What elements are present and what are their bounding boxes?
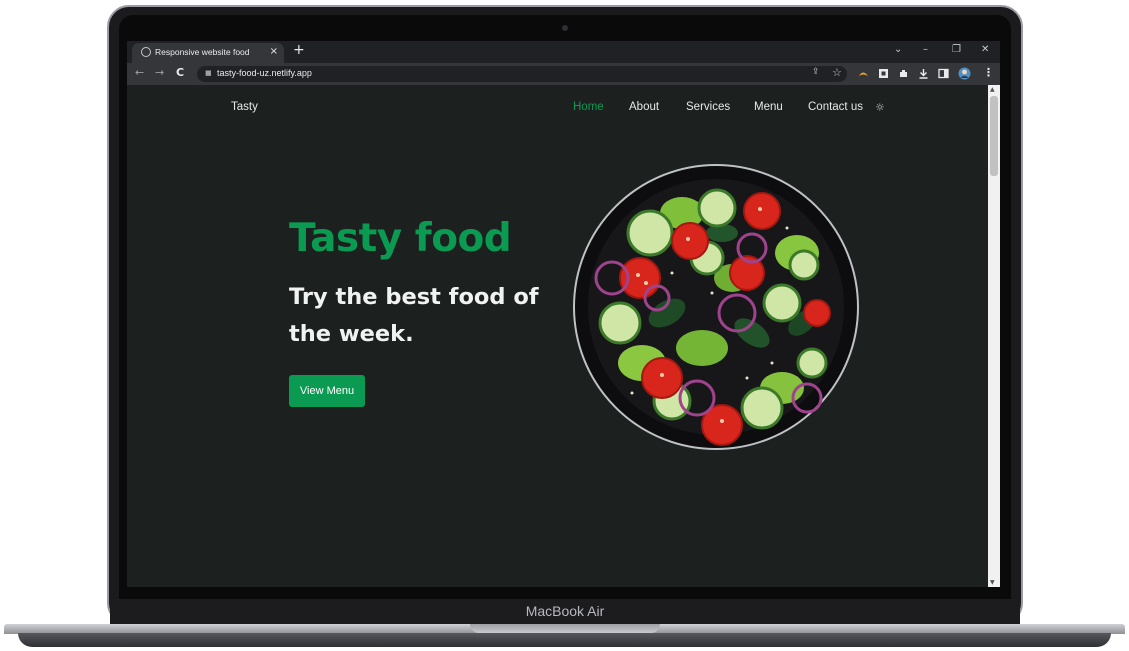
nav-services[interactable]: Services	[686, 101, 730, 113]
close-window-button[interactable]: ✕	[981, 44, 989, 55]
view-menu-button[interactable]: View Menu	[289, 375, 365, 407]
url-text[interactable]: tasty-food-uz.netlify.app	[217, 68, 312, 78]
sun-icon[interactable]: ☼	[875, 101, 885, 114]
share-icon[interactable]: ⇪	[812, 67, 820, 77]
web-page: Tasty Home About Services Menu Contact u…	[127, 85, 988, 587]
minimize-button[interactable]: –	[923, 44, 928, 55]
webcam	[562, 25, 568, 31]
nav-menu[interactable]: Menu	[754, 101, 783, 113]
back-icon[interactable]: ←	[135, 66, 144, 79]
nav-about[interactable]: About	[629, 101, 659, 113]
tab-search-icon[interactable]: ⌄	[894, 44, 902, 55]
laptop-notch	[470, 624, 660, 633]
extensions-puzzle-icon[interactable]	[898, 68, 909, 79]
globe-icon	[141, 47, 151, 57]
tab-strip: Responsive website food × + ⌄ – ❐ ✕	[127, 41, 1000, 63]
address-bar[interactable]: ■ tasty-food-uz.netlify.app ⇪ ☆	[197, 66, 847, 82]
browser-tab[interactable]: Responsive website food ×	[132, 43, 284, 63]
lock-icon: ■	[205, 69, 212, 77]
bookmark-star-icon[interactable]: ☆	[832, 66, 842, 79]
restore-button[interactable]: ❐	[952, 44, 961, 55]
tab-close-icon[interactable]: ×	[270, 46, 278, 58]
extension-croissant-icon[interactable]	[858, 68, 869, 79]
forward-icon[interactable]: →	[155, 66, 164, 79]
device-label: MacBook Air	[525, 603, 605, 619]
page-scrollbar[interactable]: ▲ ▼	[988, 85, 1000, 587]
extension-square-icon[interactable]	[878, 68, 889, 79]
scroll-up-arrow-icon[interactable]: ▲	[990, 86, 995, 93]
new-tab-button[interactable]: +	[293, 42, 305, 58]
side-panel-icon[interactable]	[938, 68, 949, 79]
scroll-down-arrow-icon[interactable]: ▼	[990, 579, 995, 586]
browser-toolbar: ← → C ■ tasty-food-uz.netlify.app ⇪ ☆ ⋮	[127, 63, 1000, 85]
nav-home[interactable]: Home	[573, 101, 604, 113]
salad-plate-image	[573, 164, 859, 450]
download-icon[interactable]	[918, 68, 929, 79]
more-menu-icon[interactable]: ⋮	[983, 66, 994, 79]
profile-avatar-icon[interactable]	[958, 67, 971, 80]
hero-subtitle: Try the best food of the week.	[289, 284, 539, 347]
nav-contact[interactable]: Contact us	[808, 101, 863, 113]
reload-icon[interactable]: C	[176, 66, 184, 79]
hero-title: Tasty food	[289, 216, 512, 261]
tab-title: Responsive website food	[155, 47, 250, 57]
laptop-chin: MacBook Air	[110, 599, 1020, 625]
site-logo[interactable]: Tasty	[231, 101, 258, 113]
scroll-thumb[interactable]	[990, 96, 998, 176]
browser-window: Responsive website food × + ⌄ – ❐ ✕ ← → …	[127, 41, 1000, 587]
laptop-base-bottom	[18, 633, 1111, 647]
